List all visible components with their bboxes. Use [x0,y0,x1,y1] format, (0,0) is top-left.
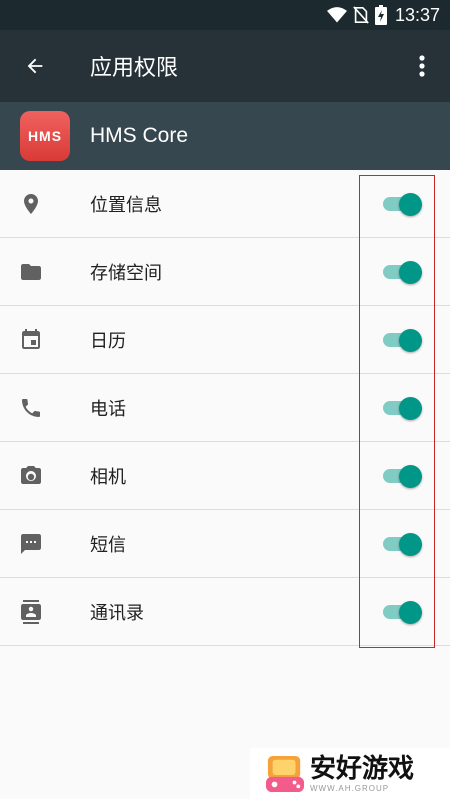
watermark: 安好游戏 WWW.AH.GROUP [250,748,450,799]
watermark-subtitle: WWW.AH.GROUP [310,784,390,793]
contacts-icon [21,599,41,624]
folder-icon [21,263,41,280]
app-header: HMS HMS Core [0,102,450,170]
status-bar: 13:37 [0,0,450,30]
calendar-icon [22,328,40,349]
highlight-box [359,175,435,648]
wifi-icon [326,7,347,23]
status-time: 13:37 [394,4,440,25]
battery-charging-icon [374,5,387,25]
back-button[interactable] [0,30,70,102]
more-options-button[interactable] [394,30,450,102]
sms-icon [21,533,41,554]
phone-icon [22,398,40,417]
app-icon: HMS [20,111,70,161]
toolbar: 应用权限 [0,30,450,102]
gamepad-logo-icon [266,755,304,792]
page-title: 应用权限 [90,56,179,81]
camera-icon [21,465,41,484]
arrow-back-icon [27,58,43,74]
app-icon-text: HMS [27,128,63,144]
app-name: HMS Core [90,124,189,147]
watermark-title: 安好游戏 [310,754,415,784]
more-vert-icon [419,55,425,77]
no-sim-icon [353,6,369,24]
location-icon [24,193,38,214]
